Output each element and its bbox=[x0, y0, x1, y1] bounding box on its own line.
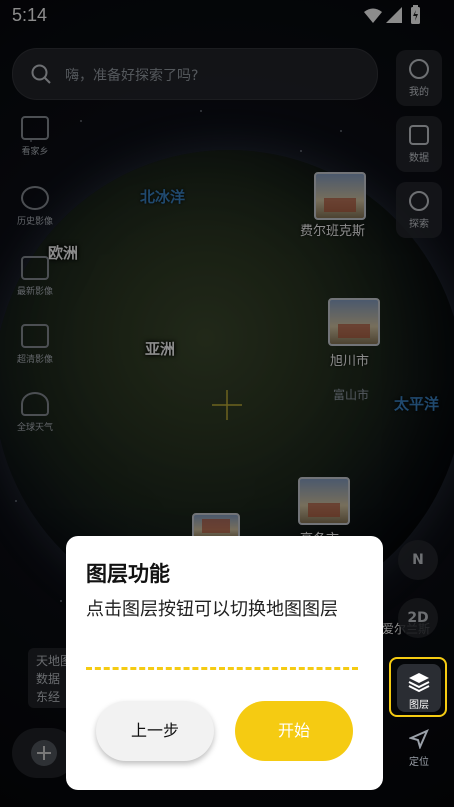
dialog-body: 点击图层按钮可以切换地图图层 bbox=[86, 599, 338, 620]
layer-button-inner[interactable]: 图层 bbox=[397, 664, 441, 712]
locate-button[interactable]: 定位 bbox=[398, 725, 440, 773]
previous-step-button[interactable]: 上一步 bbox=[96, 701, 214, 761]
layer-button-label: 图层 bbox=[409, 700, 429, 711]
locate-label: 定位 bbox=[409, 757, 429, 768]
tutorial-dialog: 图层功能 点击图层按钮可以切换地图图层 上一步 开始 bbox=[66, 536, 383, 790]
layer-button[interactable]: 图层 bbox=[389, 657, 447, 717]
layers-icon bbox=[408, 673, 430, 693]
dialog-title: 图层功能 bbox=[86, 562, 170, 586]
start-button[interactable]: 开始 bbox=[235, 701, 353, 761]
dialog-divider bbox=[86, 667, 358, 670]
locate-arrow-icon bbox=[408, 729, 429, 750]
